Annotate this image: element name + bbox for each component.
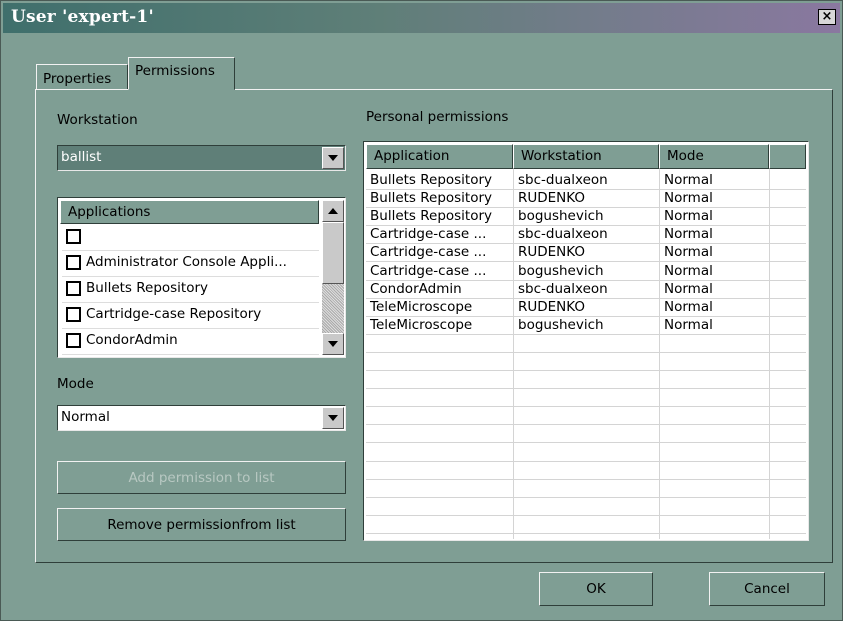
workstation-label: Workstation xyxy=(57,112,138,128)
applications-scrollbar[interactable] xyxy=(322,200,344,355)
table-cell: Normal xyxy=(664,244,713,261)
row-gridline xyxy=(366,478,806,480)
personal-permissions-label: Personal permissions xyxy=(366,109,509,125)
applications-header-label: Applications xyxy=(68,204,151,220)
table-cell: Normal xyxy=(664,172,713,188)
table-cell: Normal xyxy=(664,298,713,315)
table-cell: Cartridge-case ... xyxy=(370,262,487,279)
checkbox[interactable] xyxy=(66,333,81,348)
checkbox[interactable] xyxy=(66,307,81,322)
table-cell: RUDENKO xyxy=(518,190,586,207)
table-cell: Bullets Repository xyxy=(370,208,493,225)
column-header-application[interactable]: Application xyxy=(366,144,513,169)
table-cell: bogushevich xyxy=(518,262,604,279)
column-gridline xyxy=(659,169,660,539)
tab-properties[interactable]: Properties xyxy=(36,64,128,90)
table-cell: bogushevich xyxy=(518,208,604,225)
user-dialog: User 'expert-1' × Properties Permissions… xyxy=(0,0,843,621)
list-item-label: Bullets Repository xyxy=(86,280,209,296)
cancel-label: Cancel xyxy=(744,581,790,597)
table-cell: TeleMicroscope xyxy=(370,316,473,333)
table-cell: CondorAdmin xyxy=(370,280,462,297)
applications-list[interactable]: Applications Administrator Console Appli… xyxy=(57,197,346,358)
row-gridline xyxy=(366,424,806,426)
table-cell: TeleMicroscope xyxy=(370,298,473,315)
checkbox[interactable] xyxy=(66,255,81,270)
mode-label: Mode xyxy=(57,376,94,392)
column-gridline xyxy=(769,169,770,539)
ok-label: OK xyxy=(586,581,606,597)
list-item-label: CondorAdmin xyxy=(86,332,178,348)
row-gridline xyxy=(366,388,806,390)
table-cell: sbc-dualxeon xyxy=(518,280,608,297)
column-header-workstation[interactable]: Workstation xyxy=(513,144,659,169)
list-item[interactable]: Cartridge-case Repository xyxy=(62,303,319,329)
add-permission-button[interactable]: Add permission to list xyxy=(57,461,346,494)
column-header-label: Application xyxy=(374,148,450,164)
ok-button[interactable]: OK xyxy=(539,572,653,606)
checkbox[interactable] xyxy=(66,281,81,296)
row-gridline xyxy=(366,351,806,353)
table-cell: bogushevich xyxy=(518,316,604,333)
table-cell: Cartridge-case ... xyxy=(370,226,487,243)
checkbox[interactable] xyxy=(66,229,81,244)
table-cell: Normal xyxy=(664,226,713,243)
row-gridline xyxy=(366,532,806,534)
scroll-thumb[interactable] xyxy=(322,222,344,284)
table-cell: sbc-dualxeon xyxy=(518,226,608,243)
table-cell: RUDENKO xyxy=(518,298,586,315)
mode-value: Normal xyxy=(61,409,110,425)
table-cell: sbc-dualxeon xyxy=(518,172,608,188)
table-cell: Normal xyxy=(664,208,713,225)
remove-permission-label: Remove permissionfrom list xyxy=(107,517,296,533)
close-icon: × xyxy=(821,9,833,24)
scroll-up-icon[interactable] xyxy=(322,200,344,222)
close-button[interactable]: × xyxy=(818,9,836,25)
column-header-label: Workstation xyxy=(521,148,602,164)
column-header-label: Mode xyxy=(667,148,704,164)
tab-properties-label: Properties xyxy=(43,71,112,87)
table-cell: Normal xyxy=(664,280,713,297)
workstation-value: ballist xyxy=(61,149,102,165)
list-item[interactable] xyxy=(62,225,319,251)
table-cell: Cartridge-case ... xyxy=(370,244,487,261)
table-cell: Normal xyxy=(664,190,713,207)
applications-header[interactable]: Applications xyxy=(60,200,319,224)
list-item-label: Cartridge-case Repository xyxy=(86,306,262,322)
list-item[interactable]: Bullets Repository xyxy=(62,277,319,303)
table-cell: Normal xyxy=(664,262,713,279)
column-gridline xyxy=(513,169,514,539)
chevron-down-icon[interactable] xyxy=(322,147,344,169)
row-gridline xyxy=(366,370,806,371)
list-item-label: Administrator Console Appli... xyxy=(86,254,287,270)
remove-permission-button[interactable]: Remove permissionfrom list xyxy=(57,508,346,541)
window-title: User 'expert-1' xyxy=(11,7,154,27)
list-item[interactable]: CondorAdmin xyxy=(62,329,319,355)
row-gridline xyxy=(366,514,806,516)
table-cell: Bullets Repository xyxy=(370,172,493,188)
row-gridline xyxy=(366,496,806,498)
permissions-table[interactable]: Application Workstation Mode Bullets Rep… xyxy=(363,141,809,541)
column-header-extra[interactable] xyxy=(769,144,806,169)
cancel-button[interactable]: Cancel xyxy=(709,572,825,606)
tab-permissions-label: Permissions xyxy=(135,63,215,79)
add-permission-label: Add permission to list xyxy=(128,470,275,486)
chevron-down-icon[interactable] xyxy=(322,407,344,429)
workstation-select[interactable]: ballist xyxy=(57,145,346,171)
table-cell: Normal xyxy=(664,316,713,333)
title-bar[interactable]: User 'expert-1' × xyxy=(3,3,840,33)
table-cell: RUDENKO xyxy=(518,244,586,261)
list-item[interactable]: Administrator Console Appli... xyxy=(62,251,319,277)
row-gridline xyxy=(366,406,806,408)
table-cell: Bullets Repository xyxy=(370,190,493,207)
row-gridline xyxy=(366,442,806,444)
mode-select[interactable]: Normal xyxy=(57,405,346,431)
tab-permissions[interactable]: Permissions xyxy=(128,57,235,90)
scroll-down-icon[interactable] xyxy=(322,333,344,355)
row-gridline xyxy=(366,333,806,335)
column-header-mode[interactable]: Mode xyxy=(659,144,769,169)
row-gridline xyxy=(366,460,806,462)
